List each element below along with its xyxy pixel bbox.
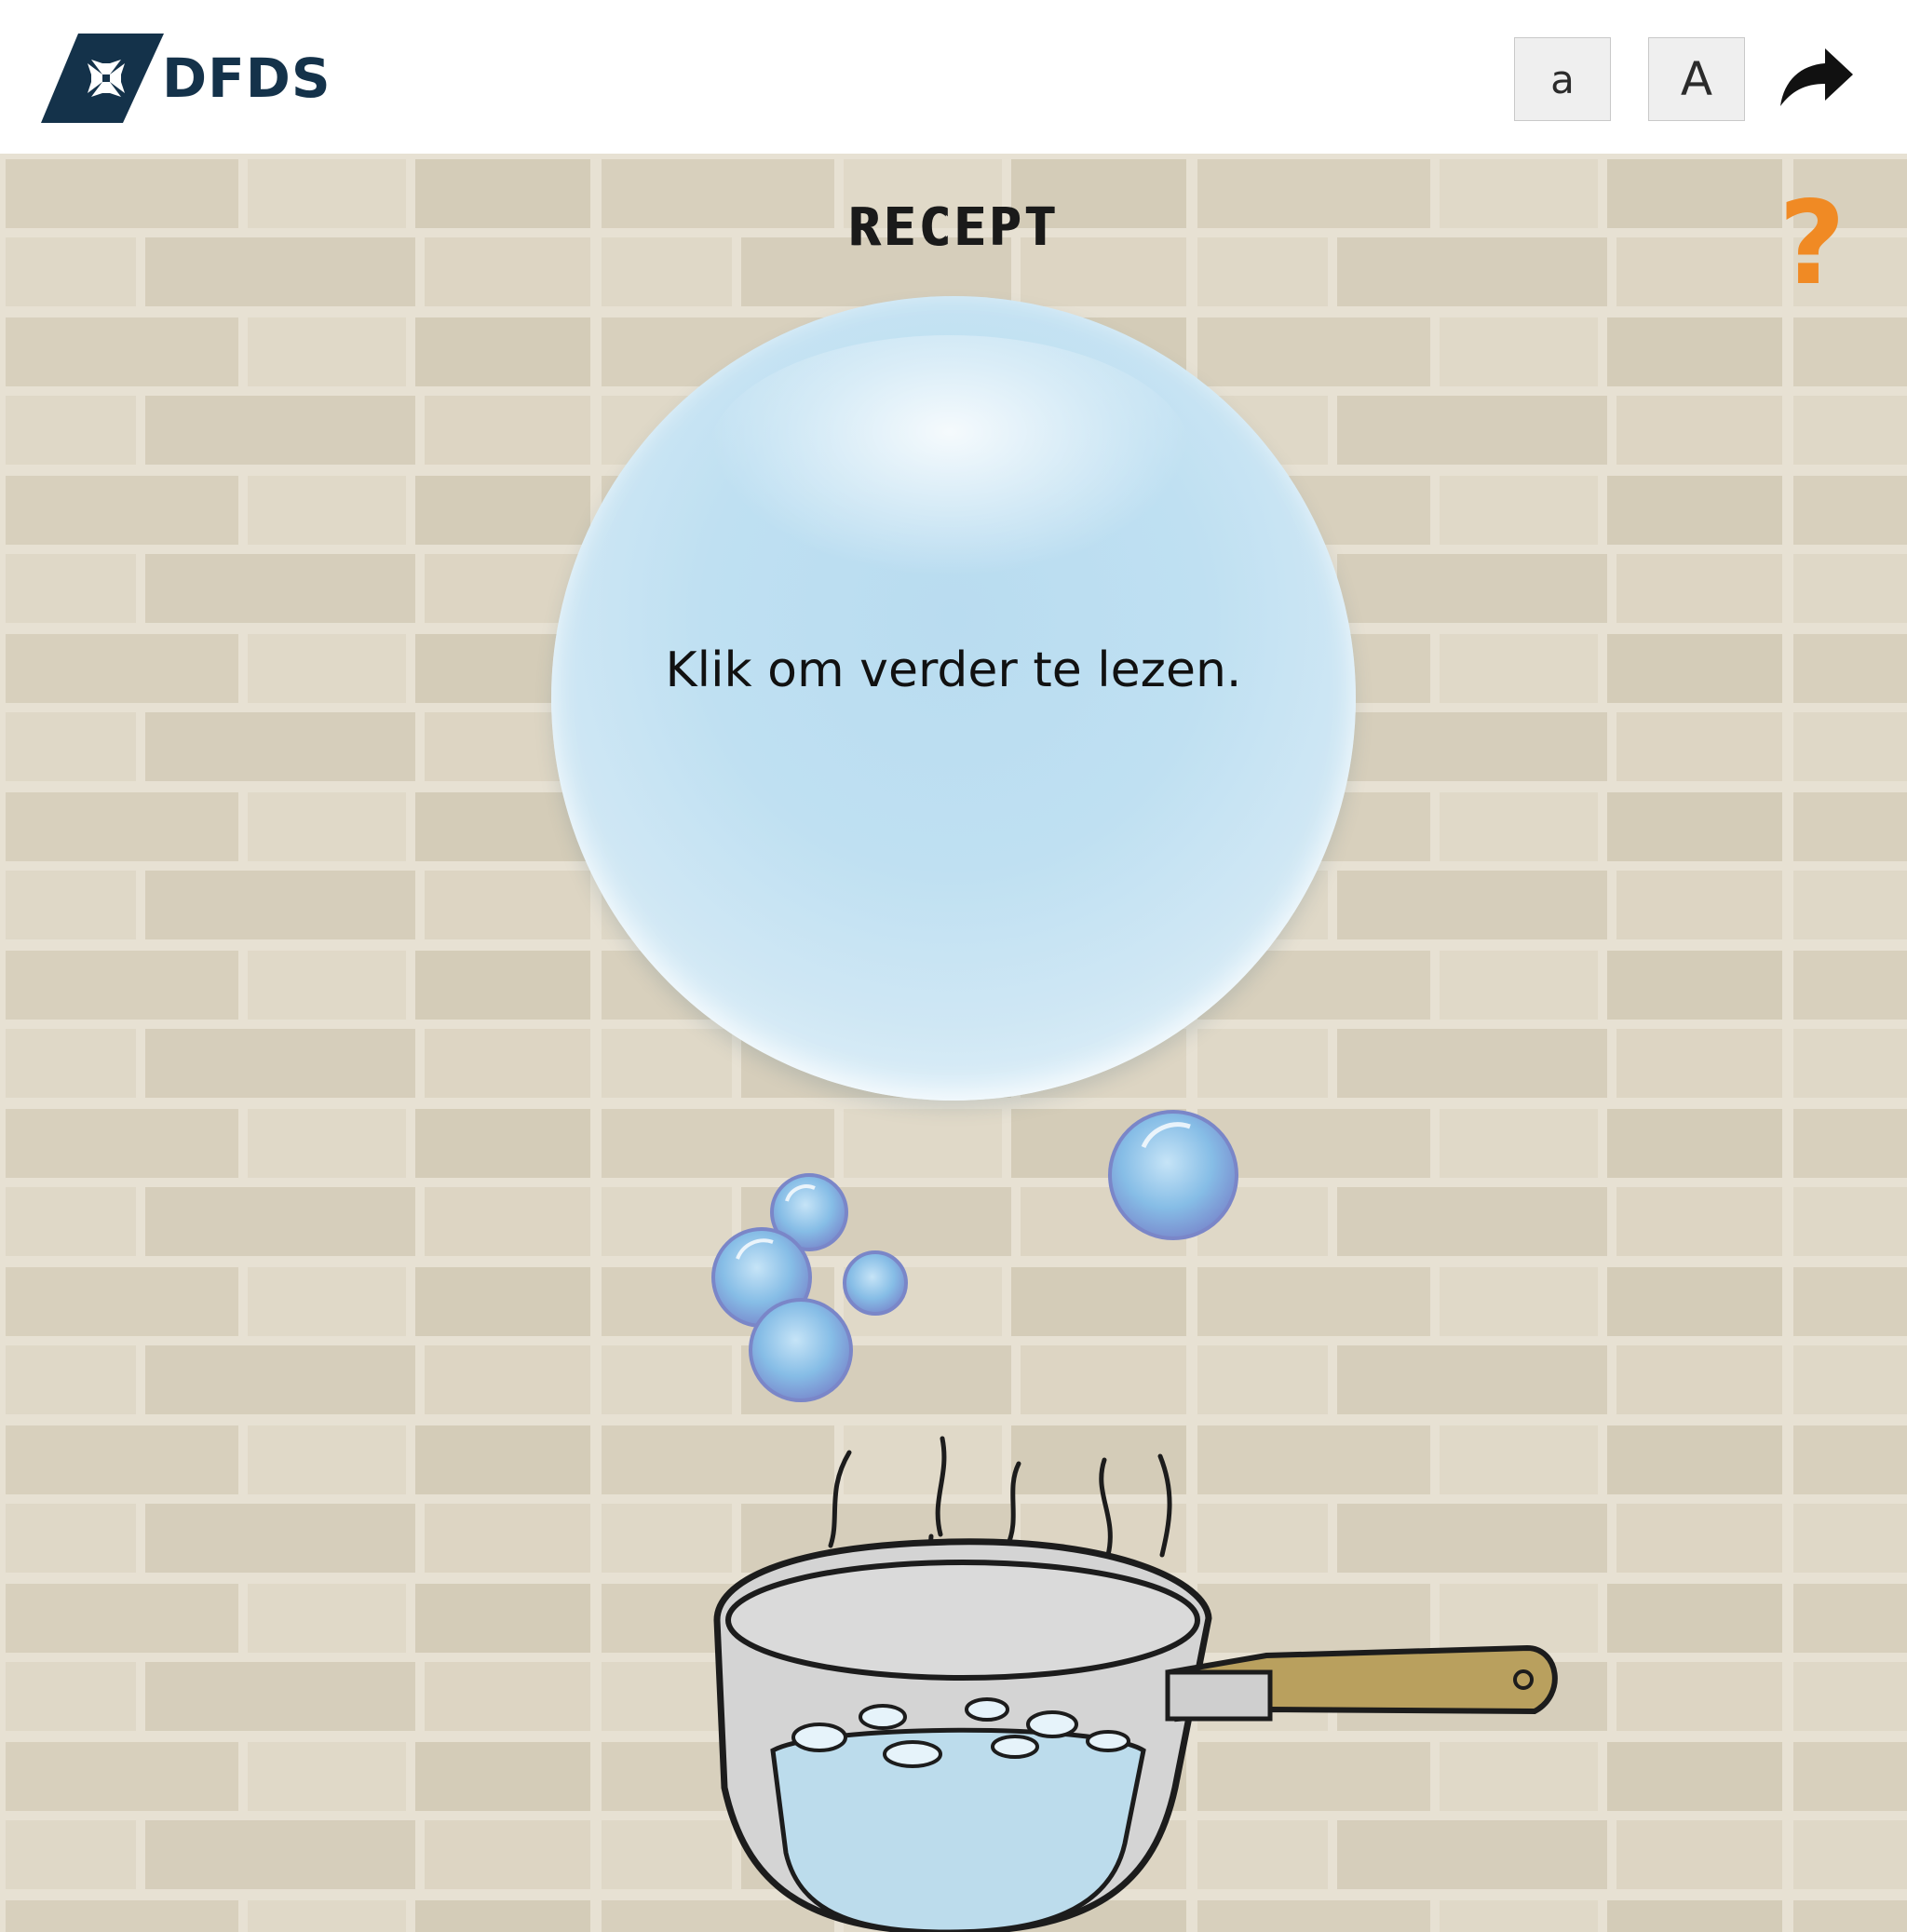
app-root: DFDS a A RECEPT ? Klik om verder te leze… xyxy=(0,0,1907,1932)
cooking-pot-icon xyxy=(713,1436,1558,1932)
